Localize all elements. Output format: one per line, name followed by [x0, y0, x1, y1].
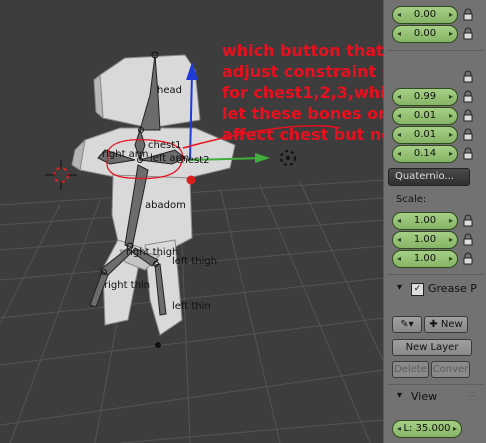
lock-icon[interactable]	[463, 214, 473, 227]
lock-icon[interactable]	[463, 252, 473, 265]
bone-label-head: head	[157, 85, 182, 96]
plus-icon: ✚	[429, 319, 438, 330]
lock-icon[interactable]	[463, 70, 473, 83]
lock-icon[interactable]	[463, 147, 473, 160]
new-layer-button[interactable]: New Layer	[392, 339, 472, 356]
bone-label-chest1: chest1	[148, 140, 182, 151]
rotation-mode-dropdown[interactable]: Quaternio...	[388, 168, 470, 186]
lock-icon[interactable]	[463, 8, 473, 21]
properties-panel: ◂ 0.00 ▸ ◂ 0.00 ▸ ◂ 0.99 ▸ ◂ 0.01 ▸ ◂ 0.01 ▸ ◂ 0.14…	[383, 0, 486, 443]
pencil-icon[interactable]: ✎▾	[392, 316, 422, 333]
bone-label-right-thigh: right thigh	[126, 247, 179, 258]
rotation-z-field[interactable]: ◂ 0.14 ▸	[392, 145, 458, 163]
scale-x-field[interactable]: ◂ 1.00 ▸	[392, 212, 458, 230]
scale-z-field[interactable]: ◂ 1.00 ▸	[392, 250, 458, 268]
section-divider	[387, 384, 484, 385]
lock-icon[interactable]	[463, 27, 473, 40]
bone-label-right-shin: right thin	[104, 280, 151, 291]
grease-pencil-header[interactable]: ▾ ✓ Grease P	[387, 282, 484, 300]
grease-pencil-checkbox[interactable]: ✓	[411, 283, 424, 296]
drag-handle-icon[interactable]: ∷	[469, 390, 475, 400]
lock-icon[interactable]	[463, 109, 473, 122]
rotation-y-field[interactable]: ◂ 0.01 ▸	[392, 126, 458, 144]
view-header[interactable]: ▾ View ∷	[387, 390, 484, 408]
location-z-field[interactable]: ◂ 0.00 ▸	[392, 25, 458, 43]
rotation-header	[387, 50, 484, 69]
grease-pencil-title: Grease P	[428, 282, 477, 295]
location-y-field[interactable]: ◂ 0.00 ▸	[392, 6, 458, 24]
collapse-arrow-icon[interactable]: ▾	[397, 282, 402, 293]
new-grease-pencil-button[interactable]: ✚ New	[424, 316, 468, 333]
lamp-icon[interactable]	[280, 150, 296, 166]
scale-y-field[interactable]: ◂ 1.00 ▸	[392, 231, 458, 249]
lens-field[interactable]: ◂ L: 35.000 ▸	[392, 420, 462, 438]
bone-label-right-arm: right arm	[102, 149, 149, 160]
scale-label: Scale:	[396, 194, 427, 205]
object-origin	[155, 342, 161, 348]
collapse-arrow-icon[interactable]: ▾	[397, 390, 402, 401]
lock-icon[interactable]	[463, 90, 473, 103]
lock-icon[interactable]	[463, 128, 473, 141]
bone-label-left-shin: left thin	[172, 301, 211, 312]
section-divider	[387, 274, 484, 275]
lock-icon[interactable]	[463, 233, 473, 246]
rotation-w-field[interactable]: ◂ 0.99 ▸	[392, 88, 458, 106]
bone-label-left-arm: left arm	[150, 153, 190, 164]
delete-button[interactable]: Delete	[392, 361, 429, 378]
bone-label-abdomen: abadom	[145, 200, 186, 211]
rotation-x-field[interactable]: ◂ 0.01 ▸	[392, 107, 458, 125]
bone-label-left-thigh: left thigh	[172, 256, 218, 267]
convert-button[interactable]: Conver	[431, 361, 470, 378]
view-title: View	[411, 390, 438, 403]
